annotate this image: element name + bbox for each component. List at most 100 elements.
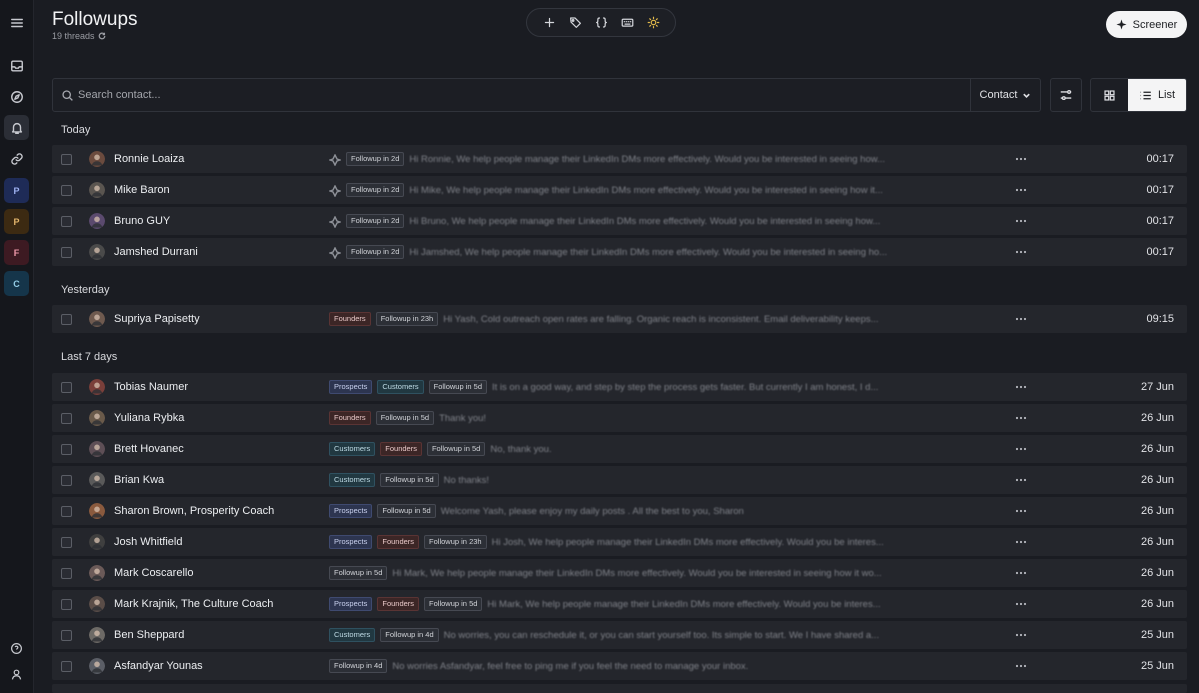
- contact-name[interactable]: Mark Krajnik, The Culture Coach: [114, 598, 273, 610]
- more-options-icon[interactable]: [1013, 311, 1029, 327]
- thread-row[interactable]: Mark Coscarello Followup in 5d Hi Mark, We…: [52, 559, 1187, 587]
- contact-name[interactable]: Supriya Papisetty: [114, 313, 200, 325]
- followup-badge[interactable]: Followup in 5d: [424, 597, 483, 611]
- sun-icon[interactable]: [643, 13, 663, 33]
- followup-badge[interactable]: Followup in 23h: [424, 535, 487, 549]
- braces-icon[interactable]: [591, 13, 611, 33]
- row-checkbox[interactable]: [61, 537, 72, 548]
- thread-row[interactable]: Sharon Brown, Prosperity Coach Prospects F…: [52, 497, 1187, 525]
- contact-name[interactable]: Sharon Brown, Prosperity Coach: [114, 505, 274, 517]
- thread-row[interactable]: Brian Kwa Customers Followup in 5d No thank…: [52, 466, 1187, 494]
- contact-name[interactable]: Ben Sheppard: [114, 629, 184, 641]
- contact-name[interactable]: Brett Hovanec: [114, 443, 184, 455]
- thread-row[interactable]: Mike Baron Followup in 2d Hi Mike, We help…: [52, 176, 1187, 204]
- contact-name[interactable]: Tobias Naumer: [114, 381, 188, 393]
- followup-badge[interactable]: Followup in 4d: [380, 628, 439, 642]
- thread-row[interactable]: Ronnie Loaiza Followup in 2d Hi Ronnie, We…: [52, 145, 1187, 173]
- followup-badge[interactable]: Followup in 2d: [346, 152, 405, 166]
- workspace-f[interactable]: F: [4, 240, 29, 265]
- label-tag-customers[interactable]: Customers: [329, 442, 376, 456]
- more-options-icon[interactable]: [1013, 441, 1029, 457]
- thread-row[interactable]: Josh Whitfield Prospects Founders Followup …: [52, 528, 1187, 556]
- row-checkbox[interactable]: [61, 154, 72, 165]
- user-icon[interactable]: [4, 662, 29, 687]
- grid-view-button[interactable]: [1091, 79, 1128, 111]
- more-options-icon[interactable]: [1013, 503, 1029, 519]
- row-checkbox[interactable]: [61, 413, 72, 424]
- label-tag-prospects[interactable]: Prospects: [329, 380, 373, 394]
- row-checkbox[interactable]: [61, 216, 72, 227]
- row-checkbox[interactable]: [61, 382, 72, 393]
- contact-name[interactable]: Jamshed Durrani: [114, 246, 198, 258]
- filter-settings-button[interactable]: [1050, 78, 1082, 112]
- tag-icon[interactable]: [565, 13, 585, 33]
- more-options-icon[interactable]: [1013, 627, 1029, 643]
- label-tag-founders[interactable]: Founders: [329, 312, 371, 326]
- help-icon[interactable]: [4, 636, 29, 661]
- more-options-icon[interactable]: [1013, 534, 1029, 550]
- label-tag-prospects[interactable]: Prospects: [329, 504, 373, 518]
- contact-dropdown[interactable]: Contact: [970, 79, 1040, 111]
- contact-name[interactable]: Josh Whitfield: [114, 536, 182, 548]
- workspace-c[interactable]: C: [4, 271, 29, 296]
- followup-badge[interactable]: Followup in 23h: [375, 312, 439, 326]
- followup-badge[interactable]: Followup in 5d: [375, 411, 435, 425]
- compass-icon[interactable]: [4, 84, 29, 109]
- contact-name[interactable]: Mike Baron: [114, 184, 170, 196]
- keyboard-icon[interactable]: [617, 13, 637, 33]
- contact-name[interactable]: Yuliana Rybka: [114, 412, 184, 424]
- workspace-p-1[interactable]: P: [4, 178, 29, 203]
- row-checkbox[interactable]: [61, 599, 72, 610]
- followup-badge[interactable]: Followup in 2d: [346, 214, 405, 228]
- thread-row[interactable]: Yuliana Rybka Founders Followup in 5d Thank…: [52, 404, 1187, 432]
- priority-diamond-icon[interactable]: [327, 246, 343, 260]
- followup-badge[interactable]: Followup in 5d: [426, 442, 486, 456]
- thread-row-partial[interactable]: [52, 684, 1187, 693]
- priority-diamond-icon[interactable]: [327, 215, 343, 229]
- label-tag-founders[interactable]: Founders: [377, 535, 420, 549]
- more-options-icon[interactable]: [1013, 379, 1029, 395]
- inbox-icon[interactable]: [4, 53, 29, 78]
- priority-diamond-icon[interactable]: [327, 153, 343, 167]
- row-checkbox[interactable]: [61, 506, 72, 517]
- thread-row[interactable]: Brett Hovanec Customers Founders Followup i…: [52, 435, 1187, 463]
- search-input[interactable]: [78, 80, 958, 110]
- row-checkbox[interactable]: [61, 630, 72, 641]
- plus-icon[interactable]: [539, 13, 559, 33]
- label-tag-customers[interactable]: Customers: [329, 628, 376, 642]
- row-checkbox[interactable]: [61, 185, 72, 196]
- row-checkbox[interactable]: [61, 475, 72, 486]
- row-checkbox[interactable]: [61, 661, 72, 672]
- label-tag-prospects[interactable]: Prospects: [329, 597, 373, 611]
- followup-badge[interactable]: Followup in 2d: [346, 183, 405, 197]
- more-options-icon[interactable]: [1013, 244, 1029, 260]
- link-icon[interactable]: [4, 146, 29, 171]
- followup-badge[interactable]: Followup in 2d: [346, 245, 405, 259]
- thread-row[interactable]: Bruno GUY Followup in 2d Hi Bruno, We help…: [52, 207, 1187, 235]
- more-options-icon[interactable]: [1013, 565, 1029, 581]
- contact-name[interactable]: Asfandyar Younas: [114, 660, 203, 672]
- thread-row[interactable]: Tobias Naumer Prospects Customers Followup …: [52, 373, 1187, 401]
- thread-row[interactable]: Ben Sheppard Customers Followup in 4d No wo…: [52, 621, 1187, 649]
- thread-row[interactable]: Supriya Papisetty Founders Followup in 23h…: [52, 305, 1187, 333]
- more-options-icon[interactable]: [1013, 213, 1029, 229]
- row-checkbox[interactable]: [61, 314, 72, 325]
- refresh-icon[interactable]: [98, 32, 106, 40]
- thread-row[interactable]: Mark Krajnik, The Culture Coach Prospects…: [52, 590, 1187, 618]
- more-options-icon[interactable]: [1013, 410, 1029, 426]
- priority-diamond-icon[interactable]: [327, 184, 343, 198]
- thread-row[interactable]: Jamshed Durrani Followup in 2d Hi Jamshed,…: [52, 238, 1187, 266]
- list-view-button[interactable]: List: [1128, 79, 1186, 111]
- followup-badge[interactable]: Followup in 4d: [329, 659, 388, 673]
- followup-badge[interactable]: Followup in 5d: [380, 473, 439, 487]
- followup-badge[interactable]: Followup in 5d: [377, 504, 436, 518]
- label-tag-founders[interactable]: Founders: [380, 442, 422, 456]
- contact-name[interactable]: Mark Coscarello: [114, 567, 193, 579]
- row-checkbox[interactable]: [61, 444, 72, 455]
- contact-name[interactable]: Ronnie Loaiza: [114, 153, 184, 165]
- followup-badge[interactable]: Followup in 5d: [428, 380, 487, 394]
- hamburger-menu-icon[interactable]: [4, 10, 29, 35]
- thread-row[interactable]: Asfandyar Younas Followup in 4d No worries…: [52, 652, 1187, 680]
- contact-name[interactable]: Brian Kwa: [114, 474, 164, 486]
- more-options-icon[interactable]: [1013, 658, 1029, 674]
